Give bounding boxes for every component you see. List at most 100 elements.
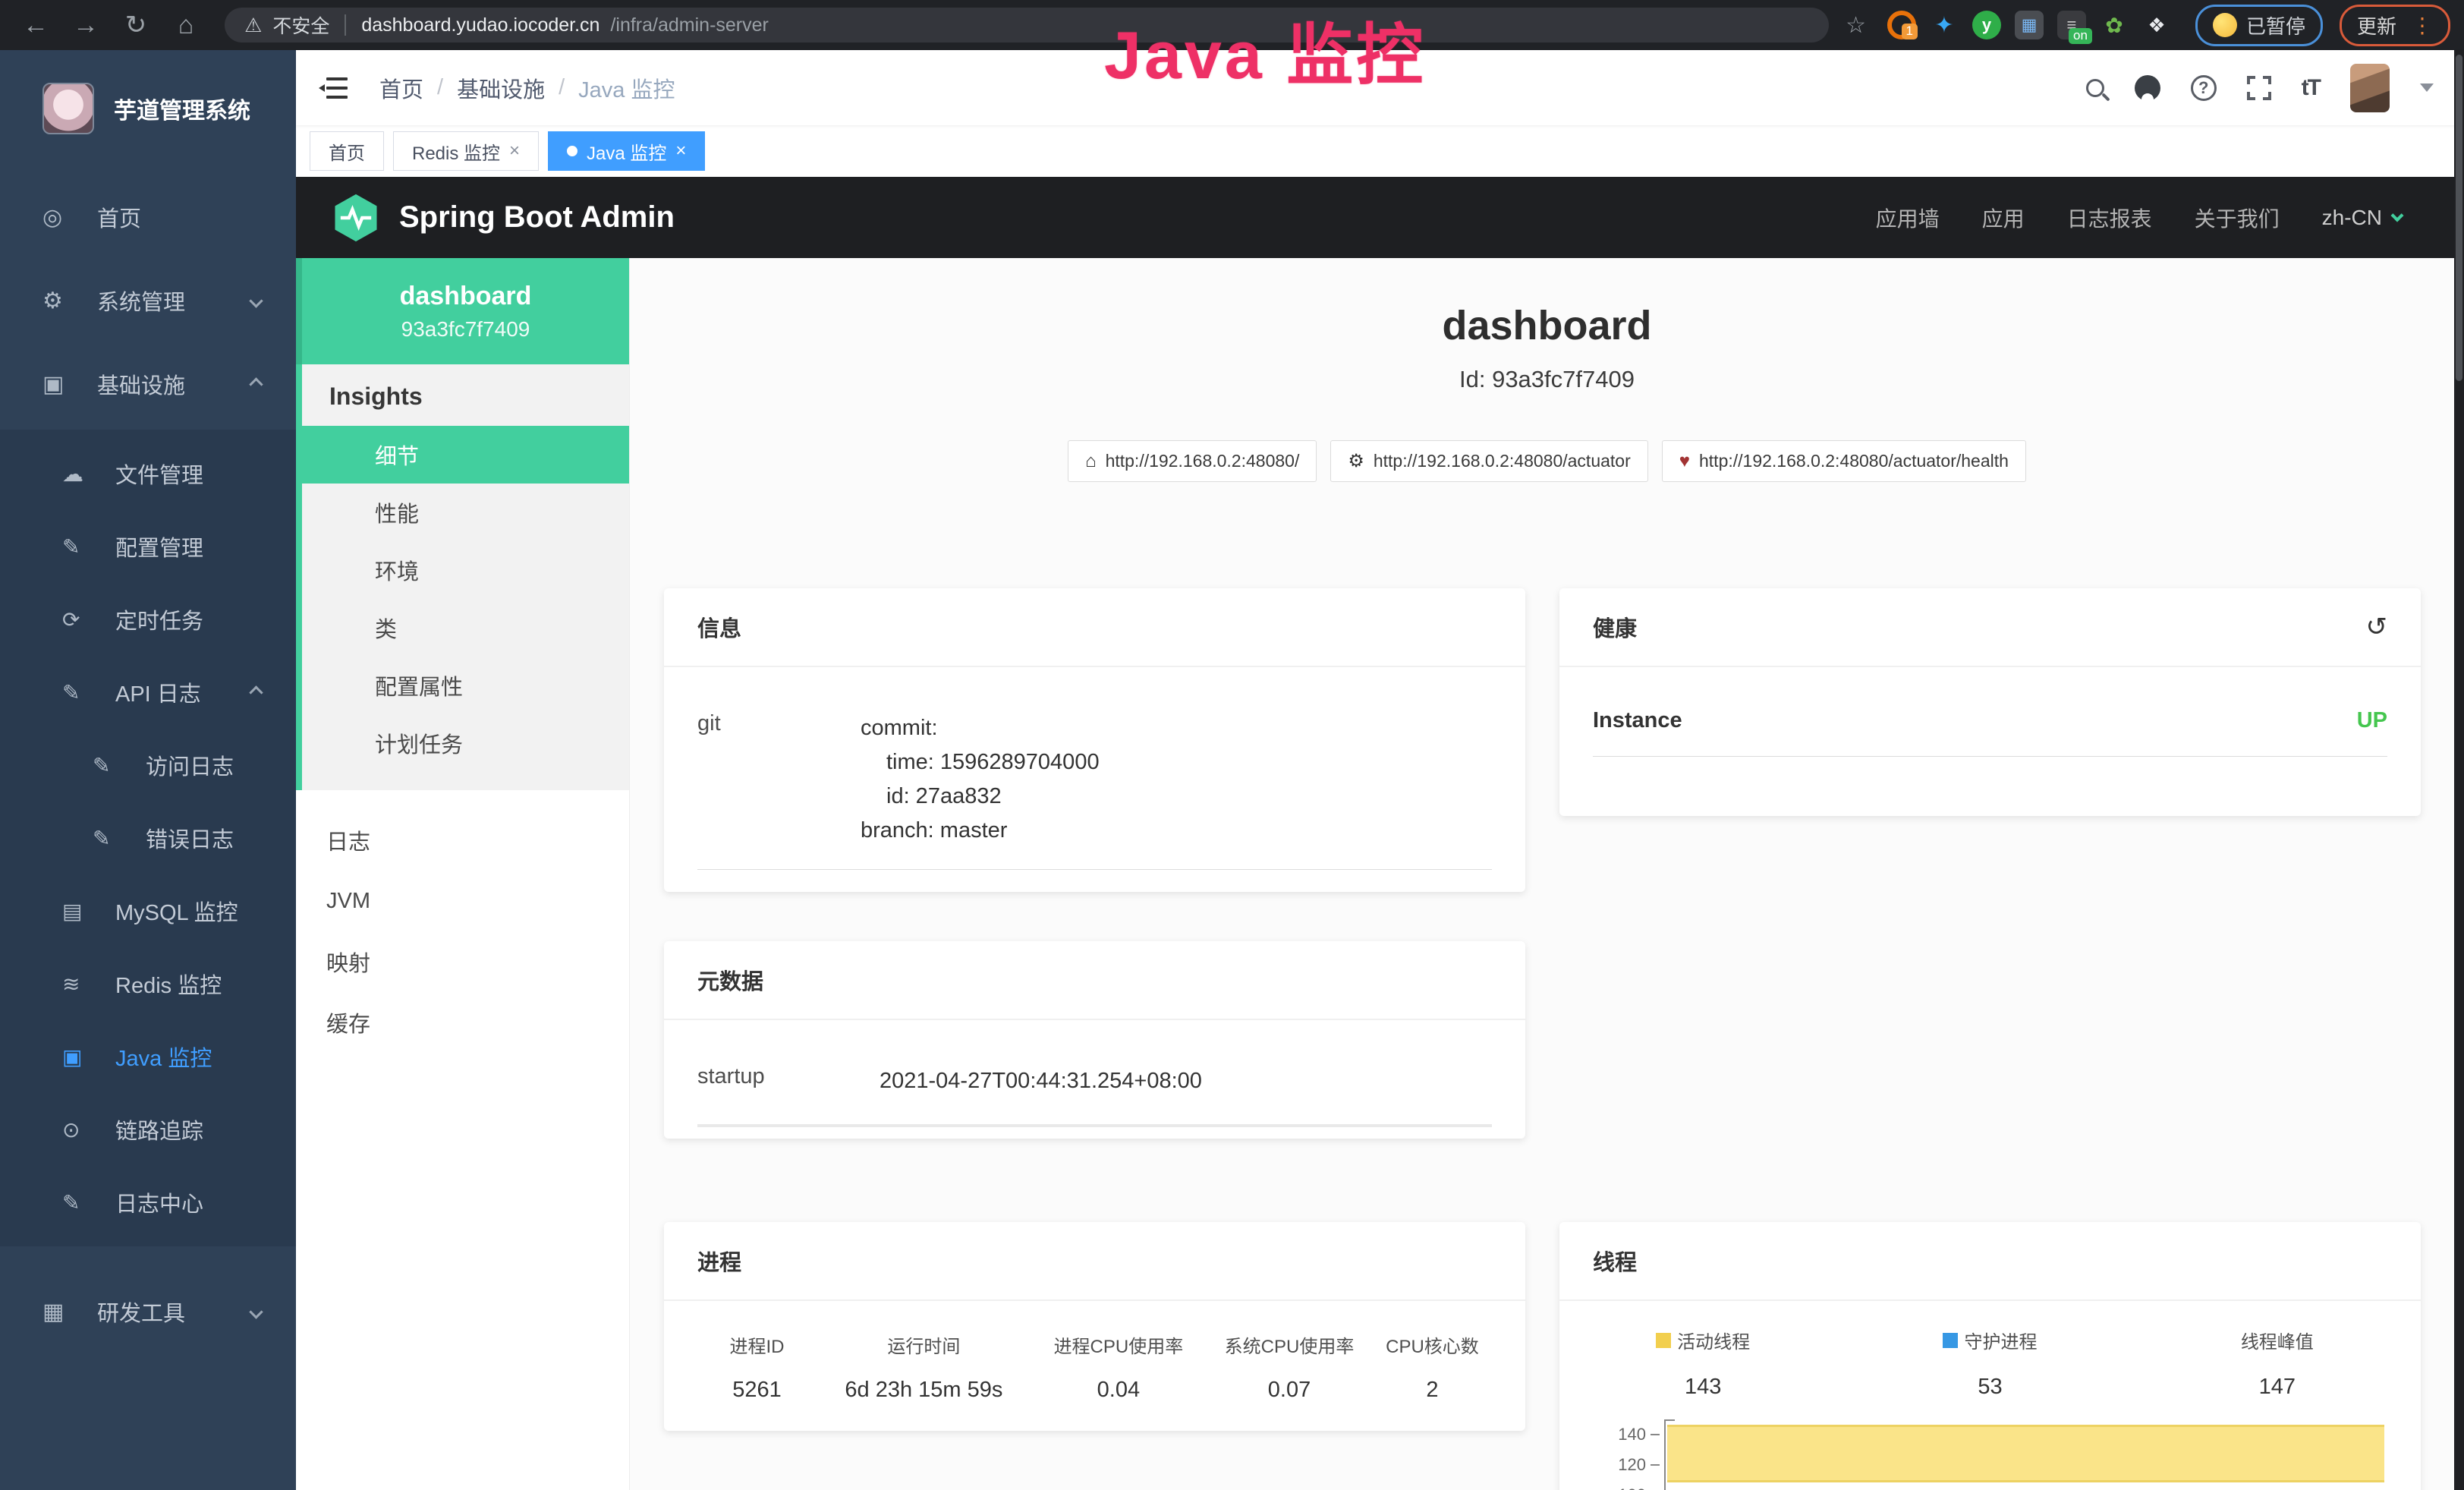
health-card-title: 健康 [1593, 611, 1637, 643]
home-icon: ⌂ [1085, 451, 1097, 472]
menu-item-metrics[interactable]: 性能 [302, 484, 629, 541]
sidebar-item-error-log[interactable]: ✎ 错误日志 [0, 802, 296, 874]
insights-section: Insights 细节 性能 环境 类 配置属性 计划任务 [296, 364, 629, 790]
user-avatar[interactable] [2350, 64, 2390, 112]
app-logo-image [42, 83, 94, 134]
sidebar-item-label: 定时任务 [115, 603, 203, 635]
paused-badge[interactable]: 已暂停 [2195, 5, 2323, 46]
sidebar-item-api-log[interactable]: ✎ API 日志 [0, 656, 296, 729]
menu-item-jvm[interactable]: JVM [296, 871, 629, 931]
close-icon[interactable]: × [509, 140, 520, 162]
sidebar-item-tracing[interactable]: ⊙ 链路追踪 [0, 1093, 296, 1166]
github-icon[interactable] [2135, 75, 2160, 101]
language-selector[interactable]: zh-CN [2322, 206, 2402, 230]
sba-nav-journal[interactable]: 日志报表 [2067, 203, 2152, 233]
tab-home[interactable]: 首页 [310, 131, 384, 171]
toolbox-icon: ▦ [42, 1299, 76, 1325]
menu-item-classes[interactable]: 类 [302, 599, 629, 657]
sidebar-item-java-monitor[interactable]: ▣ Java 监控 [0, 1020, 296, 1093]
process-card-header: 进程 [664, 1222, 1525, 1301]
threads-card-body: 活动线程 守护进程 线程峰值 143 53 147 [1559, 1301, 2421, 1490]
sidebar-item-file-manage[interactable]: ☁ 文件管理 [0, 437, 296, 510]
fullscreen-icon[interactable] [2247, 76, 2271, 100]
browser-scrollbar[interactable] [2454, 50, 2464, 1490]
live-threads-value: 143 [1559, 1375, 1846, 1400]
user-menu-caret-icon[interactable] [2420, 83, 2434, 92]
sidebar-item-access-log[interactable]: ✎ 访问日志 [0, 729, 296, 802]
close-icon[interactable]: × [675, 140, 686, 162]
service-url: http://192.168.0.2:48080/ [1106, 451, 1300, 471]
menu-item-logging[interactable]: 日志 [296, 810, 629, 871]
chevron-down-icon [2391, 209, 2404, 222]
value-line: time: 1596289704000 [861, 745, 1100, 780]
sba-sidebar: dashboard 93a3fc7f7409 Insights 细节 性能 环境… [296, 258, 630, 1490]
extension-icon[interactable]: ≡on [2057, 11, 2086, 39]
actuator-url-chip[interactable]: ⚙ http://192.168.0.2:48080/actuator [1330, 440, 1647, 482]
extensions-puzzle-icon[interactable]: ❖ [2142, 11, 2171, 39]
menu-item-environment[interactable]: 环境 [302, 541, 629, 599]
chevron-down-icon [249, 294, 263, 307]
sidebar-item-scheduled-jobs[interactable]: ⟳ 定时任务 [0, 583, 296, 656]
tab-redis-monitor[interactable]: Redis 监控 × [393, 131, 539, 171]
sidebar-item-config-manage[interactable]: ✎ 配置管理 [0, 510, 296, 583]
browser-back-icon[interactable]: ← [14, 11, 58, 40]
sidebar-item-home[interactable]: ◎ 首页 [0, 181, 296, 254]
sba-nav-applications[interactable]: 应用 [1982, 203, 2025, 233]
sba-brand[interactable]: Spring Boot Admin [331, 193, 675, 243]
sidebar-item-infra[interactable]: ▣ 基础设施 [0, 348, 296, 421]
process-table: 进程ID 5261 运行时间 6d 23h 15m 59s 进程CPU使用率 0… [697, 1331, 1492, 1403]
process-column: 进程CPU使用率 0.04 [1031, 1331, 1206, 1403]
search-icon[interactable] [2086, 79, 2104, 97]
metadata-card-header: 元数据 [664, 941, 1525, 1020]
sba-nav-about[interactable]: 关于我们 [2195, 203, 2280, 233]
header-actions: ? tT [2086, 64, 2464, 112]
sidebar-item-label: 首页 [97, 201, 141, 233]
instance-header[interactable]: dashboard 93a3fc7f7409 [296, 258, 629, 364]
bookmark-star-icon[interactable]: ☆ [1846, 12, 1866, 39]
active-tab-dot-icon [567, 146, 577, 156]
browser-forward-icon[interactable]: → [64, 11, 108, 40]
breadcrumb-home[interactable]: 首页 [379, 72, 423, 104]
health-url-chip[interactable]: ♥ http://192.168.0.2:48080/actuator/heal… [1662, 440, 2026, 482]
help-icon[interactable]: ? [2191, 75, 2217, 101]
y-tick-mark [1651, 1434, 1660, 1435]
tab-java-monitor[interactable]: Java 监控 × [548, 131, 705, 171]
eye-icon: ⊙ [62, 1117, 96, 1142]
row-label: git [697, 711, 861, 848]
menu-item-details[interactable]: 细节 [296, 426, 629, 484]
sba-nav-wallboard[interactable]: 应用墙 [1876, 203, 1940, 233]
history-icon[interactable]: ↺ [2366, 612, 2388, 642]
sidebar-item-log-center[interactable]: ✎ 日志中心 [0, 1166, 296, 1239]
font-size-icon[interactable]: tT [2302, 75, 2320, 101]
sidebar-item-system[interactable]: ⚙ 系统管理 [0, 264, 296, 337]
browser-home-icon[interactable]: ⌂ [164, 11, 208, 40]
browser-update-button[interactable]: 更新 ⋮ [2340, 5, 2450, 46]
sidebar-item-label: 基础设施 [97, 368, 185, 400]
sidebar-item-devtools[interactable]: ▦ 研发工具 [0, 1275, 296, 1348]
menu-item-scheduled-tasks[interactable]: 计划任务 [302, 714, 629, 772]
extension-icon[interactable]: y [1972, 11, 2001, 39]
sidebar-item-label: Redis 监控 [115, 968, 222, 1000]
sidebar-item-label: API 日志 [115, 676, 201, 708]
browser-reload-icon[interactable]: ↻ [114, 10, 158, 40]
browser-menu-dots-icon[interactable]: ⋮ [2412, 13, 2433, 38]
breadcrumb-infra[interactable]: 基础设施 [457, 72, 545, 104]
extension-icon[interactable]: ▦ [2015, 11, 2044, 39]
menu-item-config-props[interactable]: 配置属性 [302, 657, 629, 714]
legend-item-peak: 线程峰值 [2134, 1327, 2421, 1353]
menu-item-mappings[interactable]: 映射 [296, 931, 629, 992]
scrollbar-thumb[interactable] [2456, 55, 2462, 381]
column-header: 进程ID [697, 1331, 817, 1358]
health-url: http://192.168.0.2:48080/actuator/health [1699, 451, 2009, 471]
browser-chrome: ← → ↻ ⌂ ⚠ 不安全 dashboard.yudao.iocoder.cn… [0, 0, 2464, 50]
sidebar-item-mysql-monitor[interactable]: ▤ MySQL 监控 [0, 874, 296, 947]
menu-item-caches[interactable]: 缓存 [296, 992, 629, 1053]
service-url-chip[interactable]: ⌂ http://192.168.0.2:48080/ [1068, 440, 1317, 482]
sidebar-collapse-icon[interactable] [320, 77, 348, 99]
extension-icon[interactable]: ✦ [1930, 11, 1959, 39]
browser-url-bar[interactable]: ⚠ 不安全 dashboard.yudao.iocoder.cn/infra/a… [225, 8, 1829, 43]
extension-icon[interactable]: 1 [1887, 11, 1916, 39]
column-header: CPU核心数 [1373, 1331, 1492, 1358]
extension-icon[interactable]: ✿ [2100, 11, 2129, 39]
sidebar-item-redis-monitor[interactable]: ≋ Redis 监控 [0, 947, 296, 1020]
